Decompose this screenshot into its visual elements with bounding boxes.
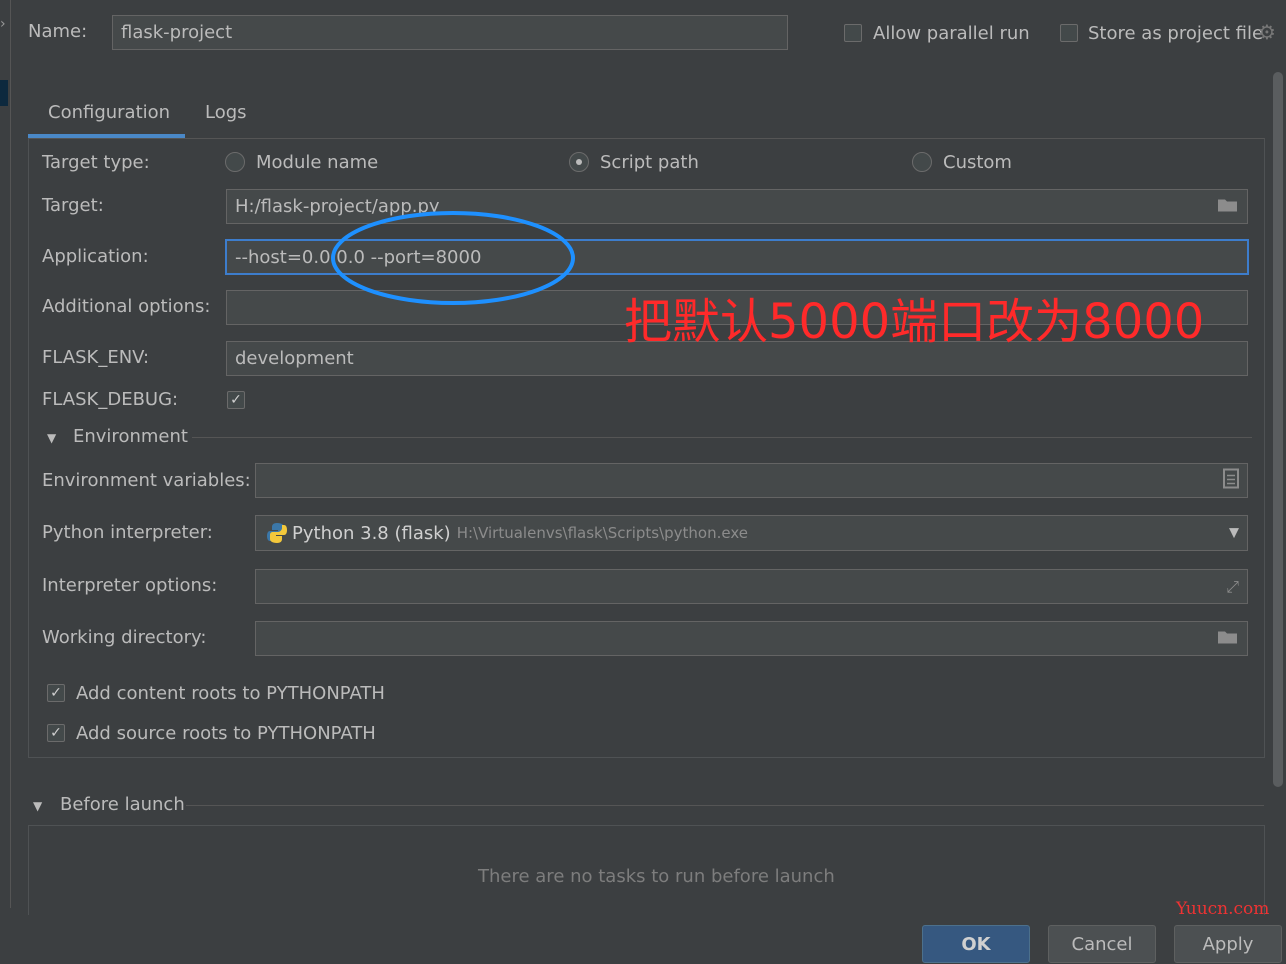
flask-debug-label: FLASK_DEBUG: xyxy=(42,389,179,410)
sidebar-edge xyxy=(0,0,11,908)
interpreter-path: H:\Virtualenvs\flask\Scripts\python.exe xyxy=(456,524,748,542)
content-roots-label[interactable]: Add content roots to PYTHONPATH xyxy=(76,683,385,704)
additional-options-label: Additional options: xyxy=(42,296,211,317)
before-launch-separator xyxy=(186,805,1264,806)
check-icon: ✓ xyxy=(50,685,62,701)
annotation-ellipse xyxy=(331,211,575,305)
store-project-checkbox[interactable] xyxy=(1060,24,1078,42)
folder-icon[interactable] xyxy=(1217,196,1239,217)
radio-module-name[interactable] xyxy=(225,152,245,172)
flask-env-label: FLASK_ENV: xyxy=(42,347,150,368)
python-interpreter-select[interactable]: Python 3.8 (flask) H:\Virtualenvs\flask\… xyxy=(255,515,1248,551)
radio-custom[interactable] xyxy=(912,152,932,172)
name-label: Name: xyxy=(28,21,88,42)
flask-debug-checkbox[interactable]: ✓ xyxy=(227,391,245,409)
interpreter-name: Python 3.8 (flask) xyxy=(292,522,451,544)
interpreter-options-label: Interpreter options: xyxy=(42,575,218,596)
name-input[interactable]: flask-project xyxy=(112,15,788,50)
ok-button[interactable]: OK xyxy=(922,925,1030,963)
python-icon xyxy=(266,522,288,544)
source-roots-label[interactable]: Add source roots to PYTHONPATH xyxy=(76,723,376,744)
radio-module-name-label[interactable]: Module name xyxy=(256,152,378,173)
tab-logs[interactable]: Logs xyxy=(205,102,247,123)
target-label: Target: xyxy=(42,195,104,216)
before-launch-section-label[interactable]: Before launch xyxy=(60,794,185,815)
sidebar-expand-icon[interactable]: › xyxy=(0,16,6,32)
folder-icon[interactable] xyxy=(1217,628,1239,649)
environment-collapse-icon[interactable]: ▼ xyxy=(47,431,56,445)
interpreter-options-input[interactable]: ⤢ xyxy=(255,569,1248,604)
before-launch-empty-text: There are no tasks to run before launch xyxy=(478,866,835,887)
application-label: Application: xyxy=(42,246,149,267)
allow-parallel-label[interactable]: Allow parallel run xyxy=(873,23,1030,44)
check-icon: ✓ xyxy=(50,725,62,741)
radio-custom-label[interactable]: Custom xyxy=(943,152,1012,173)
environment-separator xyxy=(192,437,1252,438)
check-icon: ✓ xyxy=(230,392,242,408)
expand-icon[interactable]: ⤢ xyxy=(1226,577,1239,597)
annotation-text: 把默认5000端口改为8000 xyxy=(624,294,1205,350)
env-vars-input[interactable] xyxy=(255,463,1248,498)
working-directory-input[interactable] xyxy=(255,621,1248,656)
content-roots-checkbox[interactable]: ✓ xyxy=(47,684,65,702)
annotation-ellipse-shape xyxy=(331,211,575,305)
tab-configuration[interactable]: Configuration xyxy=(48,102,170,123)
apply-button[interactable]: Apply xyxy=(1174,925,1282,963)
store-project-label[interactable]: Store as project file xyxy=(1088,23,1263,44)
radio-script-path[interactable] xyxy=(569,152,589,172)
radio-script-path-label[interactable]: Script path xyxy=(600,152,699,173)
gear-icon[interactable]: ⚙ xyxy=(1258,20,1276,44)
sidebar-selection-marker xyxy=(0,80,8,106)
env-vars-label: Environment variables: xyxy=(42,470,251,491)
python-interpreter-label: Python interpreter: xyxy=(42,522,213,543)
configuration-panel xyxy=(28,138,1265,758)
target-type-label: Target type: xyxy=(42,152,150,173)
before-launch-collapse-icon[interactable]: ▼ xyxy=(33,799,42,813)
source-roots-checkbox[interactable]: ✓ xyxy=(47,724,65,742)
working-directory-label: Working directory: xyxy=(42,627,207,648)
scrollbar-thumb[interactable] xyxy=(1273,72,1283,787)
document-icon[interactable] xyxy=(1223,468,1239,493)
allow-parallel-checkbox[interactable] xyxy=(844,24,862,42)
chevron-down-icon[interactable]: ▼ xyxy=(1229,526,1239,541)
cancel-button[interactable]: Cancel xyxy=(1048,925,1156,963)
environment-section-label[interactable]: Environment xyxy=(73,426,188,447)
watermark: Yuucn.com xyxy=(1176,899,1270,919)
